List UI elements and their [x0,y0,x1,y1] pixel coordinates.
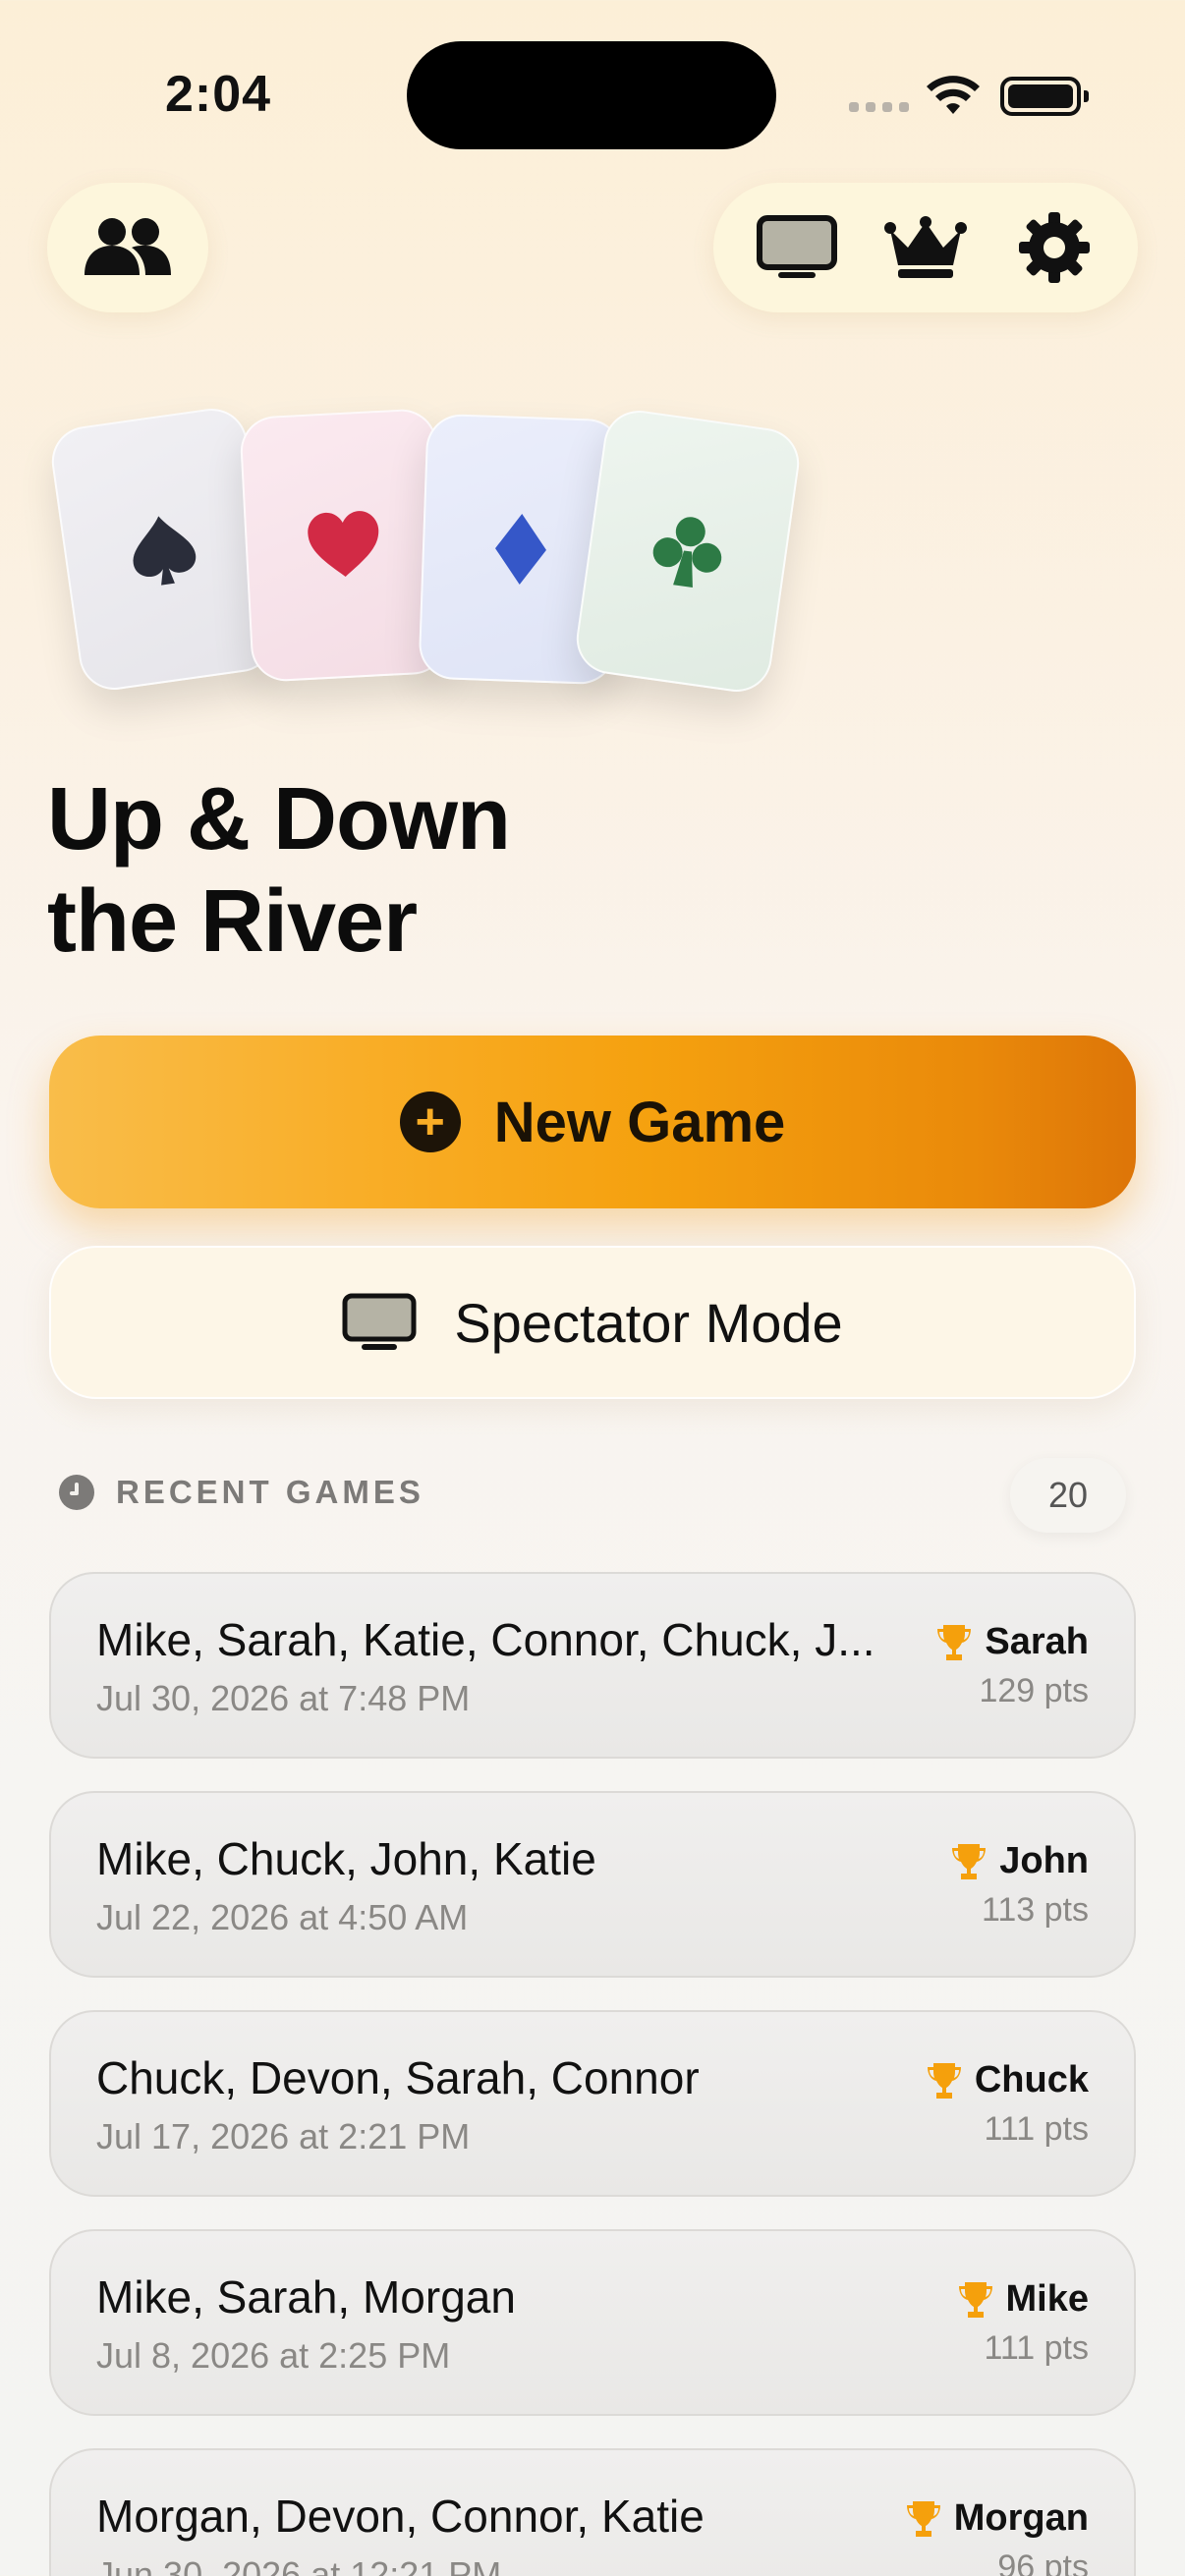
leaderboard-button[interactable] [881,203,970,292]
status-time: 2:04 [165,66,272,123]
recent-games-title: RECENT GAMES [116,1474,424,1510]
game-points: 111 pts [984,2110,1089,2148]
heart-icon [308,511,379,577]
wifi-icon [927,76,980,114]
game-winner: Mike [957,2278,1089,2321]
game-date: Jul 17, 2026 at 2:21 PM [96,2116,471,2156]
clock-icon [59,1475,94,1510]
gear-icon [1018,212,1090,283]
trophy-icon [927,2062,961,2099]
recent-games-count: 20 [1010,1458,1126,1533]
club-icon [652,517,722,588]
trophy-icon [937,1624,972,1660]
battery-icon [1000,77,1089,116]
game-winner: Chuck [926,2059,1089,2101]
game-players: Morgan, Devon, Connor, Katie [96,2491,705,2542]
game-players: Mike, Sarah, Katie, Connor, Chuck, J... [96,1614,875,1665]
players-button[interactable] [47,183,208,312]
new-game-label: New Game [493,1090,786,1154]
spectator-mode-button[interactable]: Spectator Mode [49,1246,1136,1399]
game-winner: Morgan [905,2497,1089,2540]
game-winner: Sarah [935,1621,1089,1663]
game-winner-name: Chuck [974,2059,1089,2100]
game-winner-name: John [999,1840,1089,1881]
diamond-icon [495,514,546,585]
game-winner: John [950,1840,1089,1882]
game-points: 129 pts [979,1672,1089,1709]
settings-button[interactable] [1010,203,1099,292]
game-winner-name: Morgan [953,2497,1089,2539]
spade-icon [133,516,197,586]
game-date: Jul 8, 2026 at 2:25 PM [96,2335,451,2376]
game-points: 96 pts [997,2548,1089,2576]
trophy-icon [958,2281,992,2318]
trophy-icon [952,1843,987,1879]
game-row[interactable]: Mike, Sarah, Katie, Connor, Chuck, J... … [49,1572,1136,1759]
recent-games-header: RECENT GAMES [59,1474,424,1511]
app-title: Up & Down the River [47,768,511,973]
game-date: Jul 30, 2026 at 7:48 PM [96,1678,471,1718]
people-icon [85,218,171,275]
cellular-signal-icon [849,102,909,112]
spectator-mode-label: Spectator Mode [454,1291,843,1354]
dynamic-island [407,41,776,149]
tv-icon [757,215,838,278]
heart-card [239,407,449,684]
trophy-icon [906,2500,940,2537]
game-winner-name: Sarah [985,1621,1089,1662]
game-row[interactable]: Morgan, Devon, Connor, Katie Jun 30, 202… [49,2448,1136,2576]
club-card [572,406,804,697]
game-row[interactable]: Chuck, Devon, Sarah, Connor Jul 17, 2026… [49,2010,1136,2197]
game-points: 111 pts [984,2329,1089,2367]
app-title-line2: the River [47,872,418,971]
game-players: Mike, Chuck, John, Katie [96,1833,596,1884]
spectator-toolbar-button[interactable] [753,203,841,292]
crown-icon [883,216,967,278]
top-toolbar [713,183,1138,312]
tv-icon [342,1293,417,1350]
game-date: Jun 30, 2026 at 12:21 PM [96,2554,502,2576]
game-players: Mike, Sarah, Morgan [96,2271,516,2323]
game-players: Chuck, Devon, Sarah, Connor [96,2052,700,2103]
game-row[interactable]: Mike, Sarah, Morgan Jul 8, 2026 at 2:25 … [49,2229,1136,2416]
new-game-button[interactable]: + New Game [49,1036,1136,1208]
game-row[interactable]: Mike, Chuck, John, Katie Jul 22, 2026 at… [49,1791,1136,1978]
game-date: Jul 22, 2026 at 4:50 AM [96,1897,469,1937]
plus-circle-icon: + [399,1092,461,1152]
game-winner-name: Mike [1005,2278,1089,2320]
app-title-line1: Up & Down [47,770,511,868]
game-points: 113 pts [981,1891,1089,1929]
